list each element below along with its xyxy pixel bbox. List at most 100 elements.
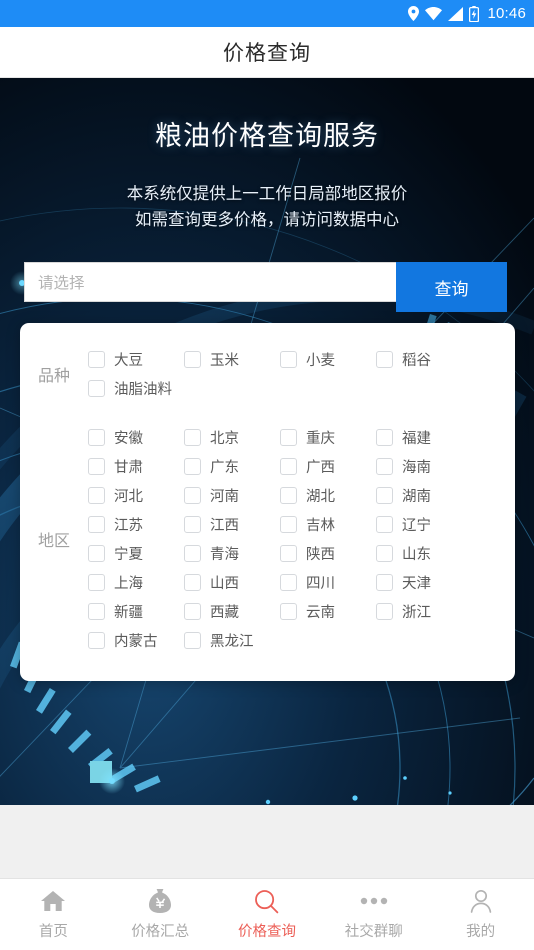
filter-checkbox-item[interactable]: 上海 <box>88 568 184 597</box>
filter-checkbox-label: 黑龙江 <box>210 634 254 650</box>
checkbox-icon[interactable] <box>280 574 297 591</box>
filter-checkbox-item[interactable]: 福建 <box>376 423 472 452</box>
filter-checkbox-item[interactable]: 稻谷 <box>376 345 472 374</box>
checkbox-icon[interactable] <box>88 429 105 446</box>
filter-checkbox-item[interactable]: 天津 <box>376 568 472 597</box>
filter-checkbox-item[interactable]: 北京 <box>184 423 280 452</box>
checkbox-icon[interactable] <box>280 351 297 368</box>
filter-checkbox-label: 湖北 <box>306 489 335 505</box>
filter-checkbox-label: 甘肃 <box>114 460 143 476</box>
tab-price-summary[interactable]: 价格汇总 <box>107 879 214 950</box>
filter-checkbox-label: 大豆 <box>114 353 143 369</box>
tab-social-chat-label: 社交群聊 <box>344 924 403 940</box>
filter-checkbox-item[interactable]: 河北 <box>88 481 184 510</box>
filter-checkbox-label: 内蒙古 <box>114 634 158 650</box>
filter-checkbox-label: 海南 <box>402 460 431 476</box>
filter-checkbox-item[interactable]: 江苏 <box>88 510 184 539</box>
filter-checkbox-item[interactable]: 山东 <box>376 539 472 568</box>
checkbox-icon[interactable] <box>88 545 105 562</box>
app-header: 价格查询 <box>0 27 534 78</box>
checkbox-icon[interactable] <box>280 603 297 620</box>
filter-checkbox-item[interactable]: 陕西 <box>280 539 376 568</box>
filter-checkbox-item[interactable]: 油脂油料 <box>88 374 184 403</box>
filter-checkbox-item[interactable]: 青海 <box>184 539 280 568</box>
hero-section: 粮油价格查询服务 本系统仅提供上一工作日局部地区报价 如需查询更多价格，请访问数… <box>0 78 534 805</box>
filter-checkbox-item[interactable]: 四川 <box>280 568 376 597</box>
checkbox-icon[interactable] <box>376 516 393 533</box>
filter-option-grid: 大豆 玉米 小麦 稻谷油脂油料 <box>88 345 515 403</box>
checkbox-icon[interactable] <box>280 458 297 475</box>
filter-checkbox-item[interactable]: 广西 <box>280 452 376 481</box>
filter-option-grid: 安徽 北京 重庆 福建甘肃 广东 广西 海南河北 河南 湖北 湖南江苏 江西 吉林 辽宁宁夏 青海 陕西 山东… <box>88 423 515 655</box>
checkbox-icon[interactable] <box>280 429 297 446</box>
filter-checkbox-item[interactable]: 浙江 <box>376 597 472 626</box>
tab-price-query[interactable]: 价格查询 <box>214 879 321 950</box>
filter-checkbox-item[interactable]: 河南 <box>184 481 280 510</box>
checkbox-icon[interactable] <box>376 458 393 475</box>
checkbox-icon[interactable] <box>184 458 201 475</box>
filter-checkbox-item[interactable]: 山西 <box>184 568 280 597</box>
checkbox-icon[interactable] <box>184 487 201 504</box>
filter-checkbox-item[interactable]: 海南 <box>376 452 472 481</box>
filter-checkbox-item[interactable]: 甘肃 <box>88 452 184 481</box>
filter-checkbox-item[interactable]: 新疆 <box>88 597 184 626</box>
checkbox-icon[interactable] <box>88 380 105 397</box>
checkbox-icon[interactable] <box>184 545 201 562</box>
search-row: 请选择 查询 <box>24 262 507 312</box>
filter-group: 地区 安徽 北京 重庆 福建 甘肃 广东 广西 海南 河北 河南 湖北 湖南 江苏 江西 吉林 辽宁 宁夏 青海 陕西… <box>20 423 515 655</box>
filter-checkbox-item[interactable]: 辽宁 <box>376 510 472 539</box>
checkbox-icon[interactable] <box>184 603 201 620</box>
filter-checkbox-item[interactable]: 吉林 <box>280 510 376 539</box>
checkbox-icon[interactable] <box>88 574 105 591</box>
checkbox-icon[interactable] <box>376 574 393 591</box>
filter-checkbox-item[interactable]: 西藏 <box>184 597 280 626</box>
filter-checkbox-item[interactable]: 安徽 <box>88 423 184 452</box>
hero-subtitle: 本系统仅提供上一工作日局部地区报价 如需查询更多价格，请访问数据中心 <box>0 181 534 233</box>
filter-checkbox-item[interactable]: 玉米 <box>184 345 280 374</box>
checkbox-icon[interactable] <box>280 487 297 504</box>
checkbox-icon[interactable] <box>376 545 393 562</box>
filter-checkbox-item[interactable]: 重庆 <box>280 423 376 452</box>
checkbox-icon[interactable] <box>376 487 393 504</box>
filter-checkbox-item[interactable]: 湖南 <box>376 481 472 510</box>
checkbox-icon[interactable] <box>88 516 105 533</box>
search-input[interactable]: 请选择 <box>24 262 396 302</box>
checkbox-icon[interactable] <box>184 429 201 446</box>
filter-checkbox-item[interactable]: 宁夏 <box>88 539 184 568</box>
filter-checkbox-item[interactable]: 大豆 <box>88 345 184 374</box>
filter-checkbox-label: 安徽 <box>114 431 143 447</box>
filter-checkbox-item[interactable]: 内蒙古 <box>88 626 184 655</box>
checkbox-icon[interactable] <box>184 632 201 649</box>
search-submit-button[interactable]: 查询 <box>396 262 507 312</box>
checkbox-icon[interactable] <box>376 429 393 446</box>
tab-home[interactable]: 首页 <box>0 879 107 950</box>
checkbox-icon[interactable] <box>184 574 201 591</box>
checkbox-icon[interactable] <box>88 458 105 475</box>
filter-checkbox-label: 吉林 <box>306 518 335 534</box>
hero-subtitle-line-1: 本系统仅提供上一工作日局部地区报价 <box>126 185 408 203</box>
tab-profile[interactable]: 我的 <box>427 879 534 950</box>
filter-checkbox-item[interactable]: 黑龙江 <box>184 626 280 655</box>
checkbox-icon[interactable] <box>376 351 393 368</box>
checkbox-icon[interactable] <box>280 516 297 533</box>
filter-checkbox-item[interactable]: 云南 <box>280 597 376 626</box>
filter-checkbox-label: 山东 <box>402 547 431 563</box>
checkbox-icon[interactable] <box>184 516 201 533</box>
content-placeholder <box>0 805 534 878</box>
checkbox-icon[interactable] <box>376 603 393 620</box>
checkbox-icon[interactable] <box>88 351 105 368</box>
filter-checkbox-item[interactable]: 小麦 <box>280 345 376 374</box>
checkbox-icon[interactable] <box>88 632 105 649</box>
checkbox-icon[interactable] <box>88 487 105 504</box>
battery-charging-icon <box>469 5 480 22</box>
filter-checkbox-item[interactable]: 湖北 <box>280 481 376 510</box>
checkbox-icon[interactable] <box>88 603 105 620</box>
filter-checkbox-label: 北京 <box>210 431 239 447</box>
filter-checkbox-item[interactable]: 江西 <box>184 510 280 539</box>
checkbox-icon[interactable] <box>280 545 297 562</box>
filter-checkbox-label: 河南 <box>210 489 239 505</box>
checkbox-icon[interactable] <box>184 351 201 368</box>
tab-social-chat[interactable]: 社交群聊 <box>320 879 427 950</box>
filter-checkbox-label: 陕西 <box>306 547 335 563</box>
filter-checkbox-item[interactable]: 广东 <box>184 452 280 481</box>
